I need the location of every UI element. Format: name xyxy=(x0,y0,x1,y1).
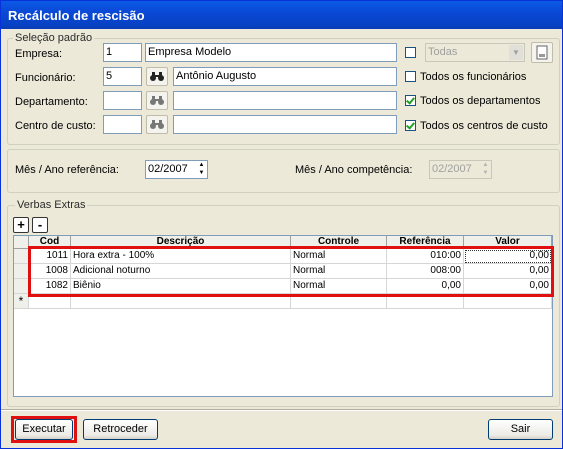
centro-label: Centro de custo: xyxy=(15,120,96,132)
centro-search-button[interactable] xyxy=(146,115,168,134)
retroceder-button[interactable]: Retroceder xyxy=(83,419,158,440)
empresa-label: Empresa: xyxy=(15,48,63,60)
todos-departamentos-checkbox[interactable] xyxy=(405,95,416,106)
verbas-extras-label: Verbas Extras xyxy=(15,199,88,211)
add-icon: + xyxy=(17,217,25,232)
empresa-code-input[interactable]: 1 xyxy=(103,43,142,62)
binoculars-icon xyxy=(150,96,164,105)
todos-departamentos-label: Todos os departamentos xyxy=(420,95,541,107)
funcionario-name-input[interactable]: Antônio Augusto xyxy=(173,67,397,86)
referencia-label: Mês / Ano referência: xyxy=(15,164,119,176)
todos-centros-checkbox[interactable] xyxy=(405,120,416,131)
todos-funcionarios-label: Todos os funcionários xyxy=(420,71,527,83)
row-indicator[interactable] xyxy=(14,264,29,279)
row-indicator[interactable] xyxy=(14,249,29,264)
departamento-code-input[interactable] xyxy=(103,91,142,110)
todos-centros-label: Todos os centros de custo xyxy=(420,120,548,132)
add-row-button[interactable]: + xyxy=(13,217,29,233)
title-bar[interactable]: Recálculo de rescisão xyxy=(1,1,562,29)
todos-funcionarios-checkbox[interactable] xyxy=(405,71,416,82)
funcionario-code-input[interactable]: 5 xyxy=(103,67,142,86)
centro-code-input[interactable] xyxy=(103,115,142,134)
remove-icon: - xyxy=(37,217,43,232)
referencia-input[interactable]: 02/2007 ▲ ▼ xyxy=(145,160,208,179)
spin-up-icon[interactable]: ▲ xyxy=(196,161,207,169)
main-window: Recálculo de rescisão Seleção padrão Emp… xyxy=(0,0,563,449)
footer-divider xyxy=(1,409,562,411)
spin-down-icon[interactable]: ▼ xyxy=(480,169,491,177)
binoculars-icon xyxy=(150,72,164,81)
referencia-value: 02/2007 xyxy=(148,163,188,175)
document-icon xyxy=(536,45,548,60)
competencia-label: Mês / Ano competência: xyxy=(295,164,413,176)
todas-select[interactable]: Todas ▼ xyxy=(425,43,525,62)
binoculars-icon xyxy=(150,120,164,129)
referencia-spinner[interactable]: ▲ ▼ xyxy=(196,161,207,178)
competencia-spinner[interactable]: ▲ ▼ xyxy=(480,161,491,178)
spin-down-icon[interactable]: ▼ xyxy=(196,169,207,177)
funcionario-label: Funcionário: xyxy=(15,72,76,84)
centro-name-input[interactable] xyxy=(173,115,397,134)
competencia-input[interactable]: 02/2007 ▲ ▼ xyxy=(429,160,492,179)
departamento-search-button[interactable] xyxy=(146,91,168,110)
todas-checkbox[interactable] xyxy=(405,47,416,58)
document-button[interactable] xyxy=(531,42,553,63)
remove-row-button[interactable]: - xyxy=(32,217,48,233)
sair-button[interactable]: Sair xyxy=(488,419,553,440)
empresa-name-input[interactable]: Empresa Modelo xyxy=(145,43,397,62)
row-indicator-header xyxy=(14,236,29,249)
todas-select-value: Todas xyxy=(428,46,458,58)
competencia-value: 02/2007 xyxy=(432,163,472,175)
row-indicator[interactable] xyxy=(14,279,29,294)
rows-highlight xyxy=(28,246,554,297)
departamento-name-input[interactable] xyxy=(173,91,397,110)
chevron-down-icon: ▼ xyxy=(509,45,523,60)
selecao-padrao-label: Seleção padrão xyxy=(13,32,95,44)
spin-up-icon[interactable]: ▲ xyxy=(480,161,491,169)
new-row-indicator[interactable]: * xyxy=(14,294,29,309)
window-title: Recálculo de rescisão xyxy=(8,8,145,23)
departamento-label: Departamento: xyxy=(15,96,88,108)
executar-highlight xyxy=(11,416,77,443)
funcionario-search-button[interactable] xyxy=(146,67,168,86)
